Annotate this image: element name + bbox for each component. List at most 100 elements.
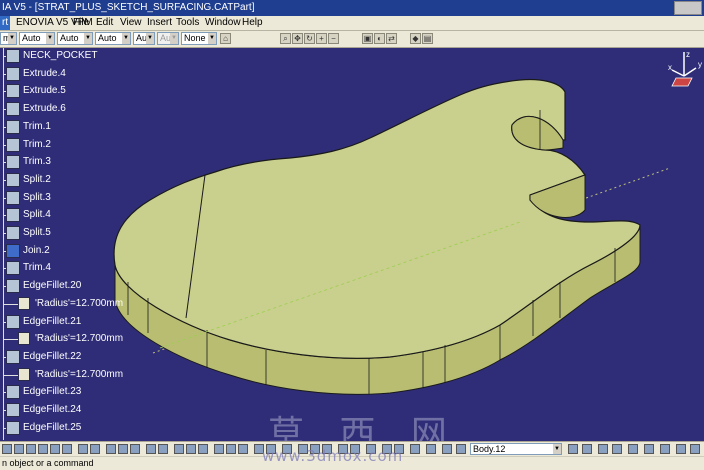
update-icon[interactable] [628,444,638,454]
line-icon[interactable] [612,444,622,454]
painter-icon[interactable]: ⌂ [220,33,231,44]
normal-view-icon[interactable]: ▤ [422,33,433,44]
feature-icon [6,385,20,400]
sew-icon[interactable] [214,444,224,454]
more-icon[interactable] [690,444,700,454]
menu-tools[interactable]: Tools [176,16,199,30]
transparency-combo[interactable]: None ▼ [181,32,217,45]
render-icon[interactable] [676,444,686,454]
shading-icon[interactable]: ◆ [410,33,421,44]
tree-node-label: NECK_POCKET [23,50,98,61]
translate-icon[interactable] [226,444,236,454]
feature-icon [6,279,20,294]
properties-toolbar: ma▼ Auto▼ Auto▼ Auto▼ Aut▼ Aut▼ None▼ ⌂ … [0,31,704,48]
tree-node-label: EdgeFillet.24 [23,404,82,415]
insert-body-icon[interactable] [456,444,466,454]
tree-node-label: Extrude.4 [23,67,66,79]
axis-system-icon[interactable] [568,444,578,454]
select-icon[interactable] [2,444,12,454]
catalog-icon[interactable] [644,444,654,454]
chamfer-icon[interactable] [118,444,128,454]
formula-icon[interactable] [410,444,420,454]
point-icon[interactable] [598,444,608,454]
view-icon[interactable]: ▣ [362,33,373,44]
layer-combo[interactable]: Aut ▼ [133,32,155,45]
menu-help[interactable]: Help [242,16,263,30]
rotate-icon[interactable]: ↻ [304,33,315,44]
fill-color-combo[interactable]: ma▼ [0,32,17,45]
hole-icon[interactable] [78,444,88,454]
menu-file[interactable]: File [73,16,89,30]
feature-icon [6,349,20,364]
tree-node-label: Trim.3 [23,156,51,168]
feature-icon [6,102,20,117]
tree-node-label: EdgeFillet.22 [23,350,82,362]
zoom-in-icon[interactable]: + [316,33,327,44]
thickness-icon[interactable] [158,444,168,454]
feature-icon [6,119,20,134]
tree-node-label: Trim.1 [23,120,51,132]
tree-node-label: EdgeFillet.25 [23,421,82,433]
pan-icon[interactable]: ✥ [292,33,303,44]
window-title: IA V5 - [STRAT_PLUS_SKETCH_SURFACING.CAT… [2,2,255,13]
body-icon[interactable] [442,444,452,454]
compass-y: y [698,60,702,69]
menu-edit[interactable]: Edit [96,16,113,30]
menu-insert[interactable]: Insert [147,16,172,30]
current-body-combo[interactable]: Body.12 ▼ [470,443,562,455]
parameter-icon [18,296,30,310]
shell-icon[interactable] [146,444,156,454]
tree-node-label: Extrude.6 [23,103,66,115]
line-weight-combo[interactable]: Auto ▼ [57,32,93,45]
material-icon[interactable] [660,444,670,454]
tree-node-label: EdgeFillet.23 [23,386,82,398]
sketch-icon[interactable] [14,444,24,454]
draft-icon[interactable] [130,444,140,454]
pad-icon[interactable] [26,444,36,454]
feature-icon [6,261,20,276]
render-style-combo[interactable]: Aut ▼ [157,32,179,45]
watermark-url: www.3dmox.com [262,447,404,465]
feature-icon [6,155,20,170]
parameter-icon [18,332,30,346]
menu-start[interactable]: rt [0,16,11,30]
tree-node-label: Split.3 [23,191,51,203]
feature-icon [6,66,20,81]
parameter-icon [18,367,30,381]
plane-icon[interactable] [582,444,592,454]
tree-node-label: Split.4 [23,209,51,221]
point-symbol-combo[interactable]: Auto ▼ [95,32,131,45]
compass-x: x [668,63,672,72]
tree-node-label: Trim.4 [23,262,51,274]
menu-bar: rt ENOVIA V5 VPM File Edit View Insert T… [0,16,704,31]
feature-icon [6,137,20,152]
split-icon[interactable] [174,444,184,454]
menu-view[interactable]: View [120,16,142,30]
line-type-combo[interactable]: Auto ▼ [19,32,55,45]
shaft-icon[interactable] [50,444,60,454]
feature-icon [6,49,20,63]
groove-icon[interactable] [62,444,72,454]
rotate-part-icon[interactable] [238,444,248,454]
close-surface-icon[interactable] [198,444,208,454]
window-controls[interactable] [674,1,702,15]
tree-node-label: Join.2 [23,244,50,256]
menu-window[interactable]: Window [205,16,241,30]
fillet-icon[interactable] [106,444,116,454]
feature-icon [6,226,20,240]
hide-show-icon[interactable]: ◐ [374,33,385,44]
thick-surface-icon[interactable] [186,444,196,454]
feature-icon [6,208,20,223]
zoom-icon[interactable]: ⌕ [280,33,291,44]
tree-node-label: Split.2 [23,173,51,185]
feature-icon [6,403,20,417]
tree-node-label: EdgeFillet.21 [23,315,82,327]
zoom-out-icon[interactable]: − [328,33,339,44]
rib-icon[interactable] [90,444,100,454]
tree-node-label: Split.5 [23,227,51,238]
status-text: n object or a command [2,458,94,468]
pocket-icon[interactable] [38,444,48,454]
knowledge-icon[interactable] [426,444,436,454]
tree-branch-line [3,374,18,376]
swap-icon[interactable]: ⇄ [386,33,397,44]
